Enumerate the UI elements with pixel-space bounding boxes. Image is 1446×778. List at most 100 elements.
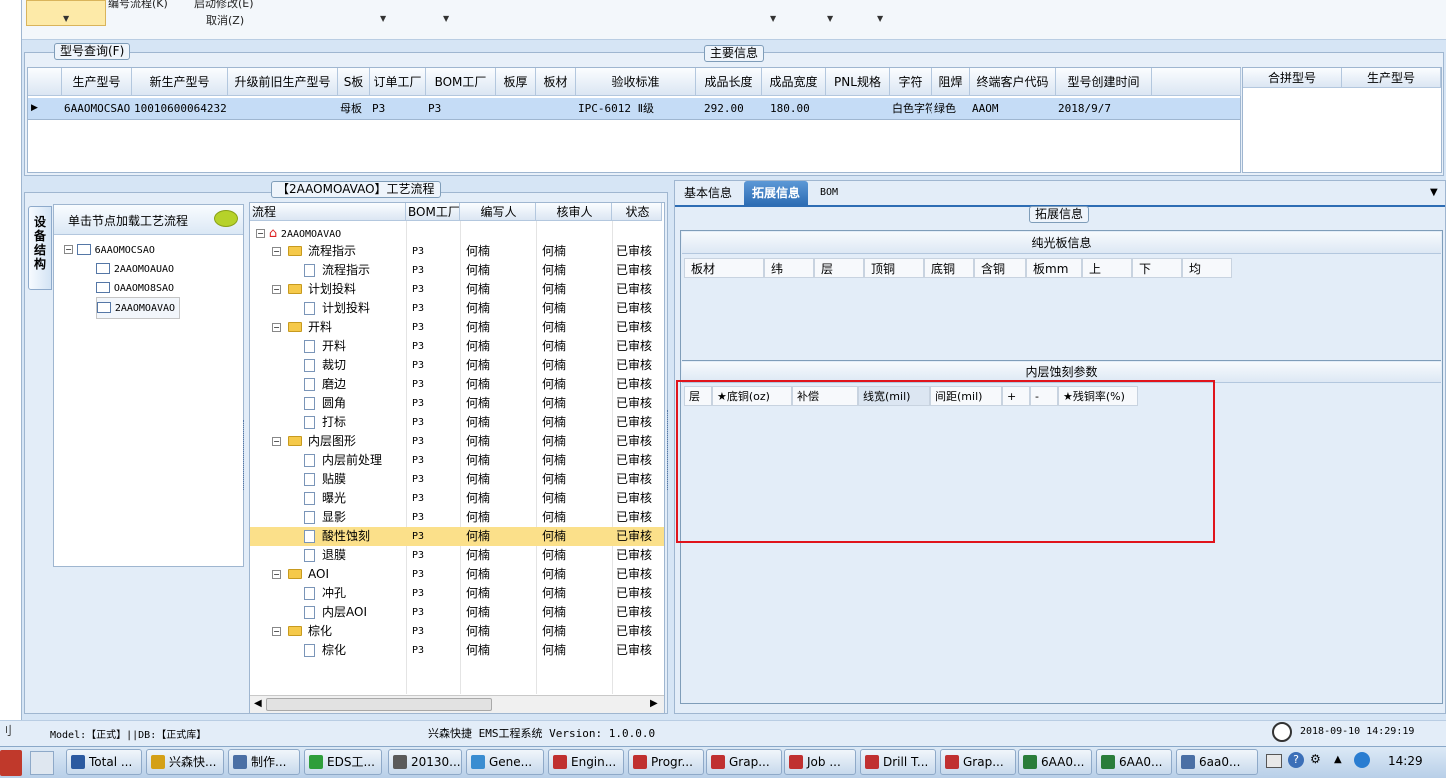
board-column-header[interactable]: 层 <box>814 258 864 278</box>
board-column-header[interactable]: 均 <box>1182 258 1232 278</box>
process-row[interactable]: 内层AOI P3 何楠 何楠 已审核 <box>250 603 664 622</box>
keyboard-icon[interactable] <box>1266 754 1282 768</box>
process-row[interactable]: − 内层图形 P3 何楠 何楠 已审核 <box>250 432 664 451</box>
board-column-header[interactable]: 下 <box>1132 258 1182 278</box>
taskbar-button[interactable]: Grap... <box>706 749 782 775</box>
grid-column-header[interactable]: 终端客户代码 <box>970 68 1056 96</box>
tree-node[interactable]: OAAOMO8SAO <box>64 278 180 297</box>
horizontal-scrollbar[interactable]: ◀ ▶ <box>250 695 664 713</box>
tree-node[interactable]: 2AAOMOAUAO <box>64 259 180 278</box>
process-root-node[interactable]: − ⌂ 2AAOMOAVAO <box>256 224 341 243</box>
process-row[interactable]: 贴膜 P3 何楠 何楠 已审核 <box>250 470 664 489</box>
taskbar-button[interactable]: Drill T... <box>860 749 936 775</box>
process-row-selected[interactable]: 酸性蚀刻 P3 何楠 何楠 已审核 <box>250 527 664 546</box>
merge-model-header[interactable]: 合拼型号 <box>1243 68 1342 88</box>
chevron-down-icon[interactable]: ▼ <box>877 14 883 23</box>
process-row[interactable]: 裁切 P3 何楠 何楠 已审核 <box>250 356 664 375</box>
grid-column-header[interactable]: S板 <box>338 68 370 96</box>
scroll-left-icon[interactable]: ◀ <box>254 698 262 709</box>
taskbar-button[interactable]: 6AA0... <box>1096 749 1172 775</box>
chevron-down-icon[interactable]: ▼ <box>827 14 833 23</box>
menu-numbering-flow[interactable]: 编号流程(K) <box>108 0 168 11</box>
taskbar-button[interactable]: 6aa0... <box>1176 749 1258 775</box>
grid-column-header[interactable]: BOM工厂 <box>426 68 496 96</box>
scrollbar-thumb[interactable] <box>266 698 492 711</box>
tree-node-selected[interactable]: 2AAOMOAVAO <box>64 297 181 319</box>
toolbar-dropdown-box[interactable]: ▼ <box>26 0 106 26</box>
process-row[interactable]: − 棕化 P3 何楠 何楠 已审核 <box>250 622 664 641</box>
grid-column-header[interactable]: 升级前旧生产型号 <box>228 68 338 96</box>
tree-node-root[interactable]: − 6AAOMOCSAO <box>64 240 180 259</box>
chevron-down-icon[interactable]: ▼ <box>770 14 776 23</box>
process-column-header[interactable]: 状态 <box>612 203 662 221</box>
grid-column-header[interactable]: 板厚 <box>496 68 536 96</box>
taskbar-button[interactable]: 20130... <box>388 749 462 775</box>
board-column-header[interactable]: 顶铜 <box>864 258 924 278</box>
tray-expand-icon[interactable]: ▲ <box>1334 754 1342 765</box>
taskbar-button[interactable]: Progr... <box>628 749 704 775</box>
process-row[interactable]: 圆角 P3 何楠 何楠 已审核 <box>250 394 664 413</box>
process-row[interactable]: − 计划投料 P3 何楠 何楠 已审核 <box>250 280 664 299</box>
menu-cancel[interactable]: 取消(Z) <box>206 12 244 28</box>
expand-toggle[interactable]: − <box>272 627 281 636</box>
expand-toggle[interactable]: − <box>272 285 281 294</box>
expand-toggle[interactable]: − <box>272 323 281 332</box>
tab-basic-info[interactable]: 基本信息 <box>676 181 740 205</box>
expand-toggle[interactable]: − <box>272 247 281 256</box>
taskbar-button[interactable]: 兴森快... <box>146 749 224 775</box>
board-column-header[interactable]: 含铜 <box>974 258 1026 278</box>
chevron-down-icon[interactable]: ▼ <box>380 14 386 23</box>
process-row[interactable]: 显影 P3 何楠 何楠 已审核 <box>250 508 664 527</box>
taskbar-button[interactable]: Job ... <box>784 749 856 775</box>
tab-bom[interactable]: BOM <box>812 181 846 205</box>
board-column-header[interactable]: 上 <box>1082 258 1132 278</box>
taskbar-button[interactable]: Engin... <box>548 749 624 775</box>
chevron-down-icon[interactable]: ▼ <box>443 14 449 23</box>
taskbar-button[interactable]: EDS工... <box>304 749 382 775</box>
network-icon[interactable] <box>1354 752 1370 768</box>
calculator-icon[interactable] <box>30 751 54 775</box>
process-row[interactable]: 内层前处理 P3 何楠 何楠 已审核 <box>250 451 664 470</box>
grid-column-header[interactable]: 阻焊 <box>932 68 970 96</box>
grid-column-header[interactable]: 成品长度 <box>696 68 762 96</box>
tab-extended-info[interactable]: 拓展信息 <box>744 181 809 205</box>
grid-column-header[interactable]: 验收标准 <box>576 68 696 96</box>
process-row[interactable]: 棕化 P3 何楠 何楠 已审核 <box>250 641 664 660</box>
splitter-handle[interactable] <box>243 420 248 490</box>
process-row[interactable]: 计划投料 P3 何楠 何楠 已审核 <box>250 299 664 318</box>
process-row[interactable]: 流程指示 P3 何楠 何楠 已审核 <box>250 261 664 280</box>
process-row[interactable]: 磨边 P3 何楠 何楠 已审核 <box>250 375 664 394</box>
expand-toggle[interactable]: − <box>272 570 281 579</box>
taskbar-button[interactable]: 制作... <box>228 749 300 775</box>
expand-toggle[interactable]: − <box>272 437 281 446</box>
grid-column-header[interactable]: 生产型号 <box>62 68 132 96</box>
grid-column-header[interactable]: 板材 <box>536 68 576 96</box>
taskbar-button[interactable]: Total ... <box>66 749 142 775</box>
chevron-down-icon[interactable]: ▼ <box>1430 187 1438 198</box>
scroll-right-icon[interactable]: ▶ <box>650 698 658 709</box>
production-model-header[interactable]: 生产型号 <box>1342 68 1441 88</box>
settings-icon[interactable]: ⚙ <box>1310 752 1321 766</box>
process-row[interactable]: 退膜 P3 何楠 何楠 已审核 <box>250 546 664 565</box>
process-row[interactable]: 冲孔 P3 何楠 何楠 已审核 <box>250 584 664 603</box>
process-row[interactable]: − 开料 P3 何楠 何楠 已审核 <box>250 318 664 337</box>
start-icon[interactable] <box>0 750 22 776</box>
device-structure-tab[interactable]: 设备结构 <box>28 206 52 290</box>
grid-column-header[interactable]: 成品宽度 <box>762 68 826 96</box>
menu-start-modify[interactable]: 启动修改(E) <box>194 0 254 11</box>
help-icon[interactable]: ? <box>1288 752 1304 768</box>
taskbar-button[interactable]: Grap... <box>940 749 1016 775</box>
process-row[interactable]: 开料 P3 何楠 何楠 已审核 <box>250 337 664 356</box>
taskbar-button[interactable]: Gene... <box>466 749 544 775</box>
process-row[interactable]: − 流程指示 P3 何楠 何楠 已审核 <box>250 242 664 261</box>
grid-column-header[interactable]: 订单工厂 <box>370 68 426 96</box>
process-column-header[interactable]: 编写人 <box>460 203 536 221</box>
process-column-header[interactable]: 核审人 <box>536 203 612 221</box>
board-column-header[interactable]: 板mm <box>1026 258 1082 278</box>
grid-column-header[interactable]: 字符 <box>890 68 932 96</box>
grid-column-header[interactable]: PNL规格 <box>826 68 890 96</box>
taskbar-button[interactable]: 6AA0... <box>1018 749 1092 775</box>
process-row[interactable]: − AOI P3 何楠 何楠 已审核 <box>250 565 664 584</box>
grid-column-header[interactable]: 新生产型号 <box>132 68 228 96</box>
model-query-legend[interactable]: 型号查询(F) <box>54 43 131 60</box>
